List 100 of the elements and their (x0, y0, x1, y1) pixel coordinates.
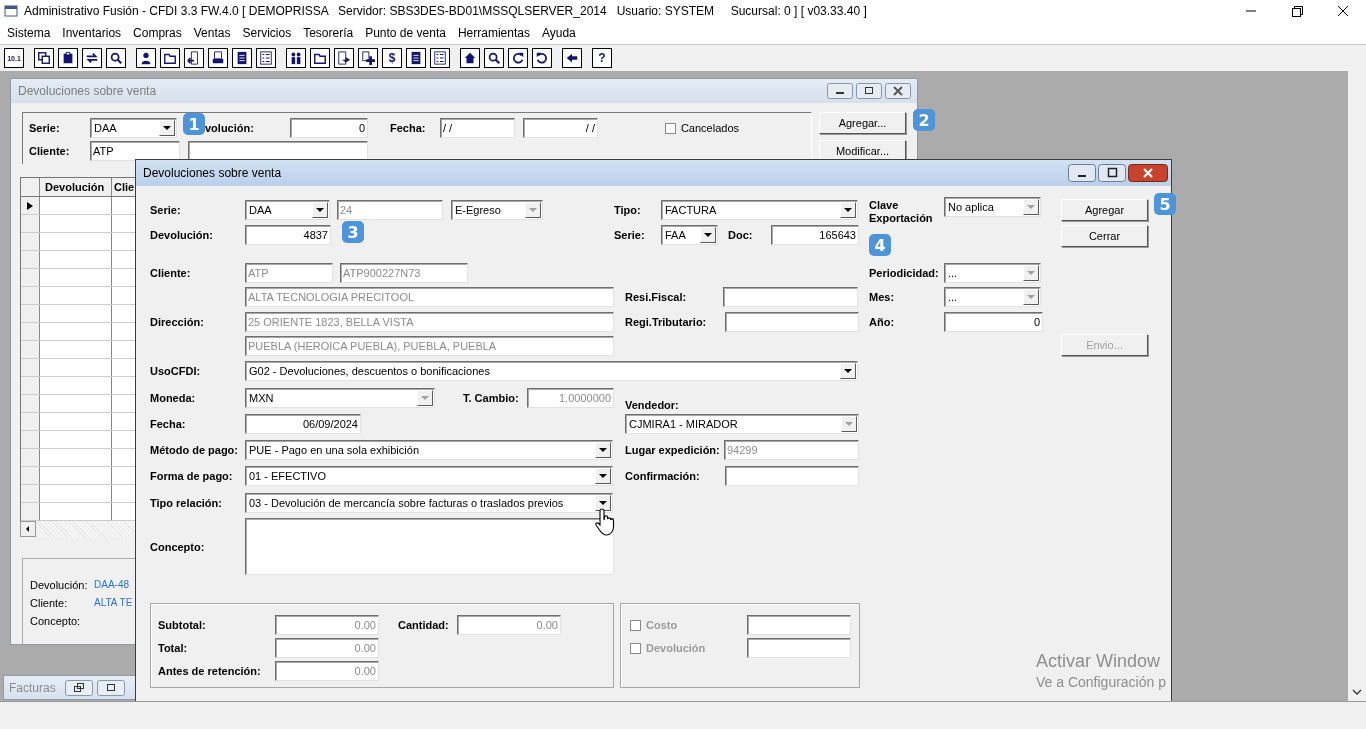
add-button[interactable]: Agregar (1061, 198, 1148, 221)
input-field[interactable] (725, 466, 859, 486)
toolbar-button[interactable] (184, 48, 204, 68)
menu-item[interactable]: Punto de venta (359, 26, 452, 40)
toolbar-button[interactable] (160, 48, 180, 68)
maximize-icon[interactable] (1098, 164, 1126, 182)
detail-value: DAA-48 (94, 579, 129, 592)
toolbar-button[interactable] (58, 48, 78, 68)
toolbar-button[interactable] (208, 48, 228, 68)
cancelados-checkbox[interactable]: Cancelados (664, 122, 739, 134)
action-button[interactable]: Agregar... (819, 112, 906, 134)
toolbar-button[interactable] (256, 48, 276, 68)
input-field[interactable] (188, 141, 368, 161)
menu-item[interactable]: Tesorería (297, 26, 360, 40)
date-field[interactable]: 06/09/2024 (245, 414, 361, 434)
vertical-scrollbar[interactable] (1348, 71, 1366, 701)
quantity-field[interactable]: 0.00 (457, 615, 561, 635)
toolbar-button[interactable] (34, 48, 54, 68)
window-title: Administrativo Fusión - CFDI 3.3 FW.4.0 [ DEMOPRISSA Servidor: SBS3DES-BD01\MSSQLSERVER_2014 Usuario: SYSTEM Sucursal: 0 ] [ v03.33.40 ] (24, 4, 867, 18)
menu-item[interactable]: Herramientas (451, 26, 536, 40)
input-field[interactable] (723, 287, 858, 307)
step-badge: 3 (342, 221, 364, 243)
payment-method-dropdown[interactable]: PUE - Pago en una sola exhibición (245, 440, 613, 460)
amount-field[interactable]: 0.00 (275, 638, 379, 658)
caret-icon (845, 422, 853, 426)
rotate-icon (511, 51, 525, 65)
search-icon (487, 51, 501, 65)
payment-form-dropdown[interactable]: 01 - EFECTIVO (245, 466, 613, 486)
minimize-icon[interactable] (827, 83, 853, 99)
menu-item[interactable]: Ayuda (535, 26, 582, 40)
caret-icon (529, 207, 537, 212)
cfdi-use-dropdown[interactable]: G02 - Devoluciones, descuentos o bonificaciones (245, 361, 858, 381)
scroll-left-icon[interactable] (20, 521, 36, 537)
window-title: Devoluciones sobre venta (18, 84, 157, 98)
toolbar-button[interactable] (334, 48, 354, 68)
toolbar-button[interactable] (106, 48, 126, 68)
doc-icon (235, 51, 249, 65)
close-icon[interactable] (885, 83, 911, 99)
toolbar-button[interactable] (562, 48, 582, 68)
concept-text-area[interactable] (245, 518, 614, 575)
toolbar-button[interactable] (232, 48, 252, 68)
input-field[interactable] (747, 615, 851, 635)
menu-item[interactable]: Sistema (1, 26, 57, 40)
column-header[interactable]: Clie (112, 178, 136, 196)
menu-item[interactable]: Servicios (236, 26, 298, 40)
amount-field[interactable]: 0.00 (275, 661, 379, 681)
toolbar-button[interactable] (508, 48, 528, 68)
menu-item[interactable]: Inventarios (56, 26, 128, 40)
serie-dropdown[interactable]: DAA (90, 118, 177, 138)
toolbar-button[interactable] (136, 48, 156, 68)
minimize-icon[interactable] (1068, 164, 1096, 182)
date-field[interactable]: / / (440, 118, 515, 138)
return-number-field[interactable]: 4837 (245, 224, 331, 245)
toolbar-button[interactable] (310, 48, 330, 68)
field-label: Tipo: (614, 203, 642, 216)
toolbar-button[interactable] (532, 48, 552, 68)
dialog-title: Devoluciones sobre venta (143, 166, 282, 180)
toolbar-button[interactable] (430, 48, 450, 68)
serie-dropdown[interactable]: DAA (245, 199, 330, 220)
date-field[interactable]: / / (523, 118, 598, 138)
scroll-down-icon[interactable] (1352, 689, 1362, 695)
field-label: Moneda: (150, 391, 197, 404)
toolbar-button[interactable]: $ (382, 48, 402, 68)
year-field[interactable]: 0 (944, 311, 1043, 332)
detail-label: Devolución: (30, 579, 89, 593)
toolbar-button[interactable] (460, 48, 480, 68)
toolbar-button[interactable] (406, 48, 426, 68)
toolbar-button[interactable] (484, 48, 504, 68)
toolbar-button[interactable]: ? (592, 48, 612, 68)
person-icon (139, 51, 153, 65)
relation-type-dropdown[interactable]: 03 - Devolución de mercancía sobre facturas o traslados previos (245, 492, 613, 513)
action-button[interactable]: Modificar... (819, 140, 906, 162)
input-field[interactable] (725, 311, 859, 332)
type-dropdown[interactable]: FACTURA (661, 199, 858, 220)
close-icon[interactable] (1128, 164, 1168, 182)
input-field[interactable]: 0 (290, 118, 368, 138)
menu-item[interactable]: Compras (127, 26, 188, 40)
toolbar-button[interactable] (286, 48, 306, 68)
clipboard-icon (61, 51, 75, 65)
field-label: Resi.Fiscal: (625, 291, 688, 303)
close-button[interactable]: Cerrar (1061, 225, 1148, 247)
restore-icon[interactable] (856, 83, 882, 99)
field-label: Periodicidad: (869, 267, 940, 279)
document-field[interactable]: 165643 (771, 224, 859, 245)
list-icon (259, 51, 273, 65)
toolbar-button[interactable] (82, 48, 102, 68)
serie-dropdown[interactable]: FAA (661, 224, 718, 245)
caret-icon (844, 207, 852, 212)
input-field[interactable]: ATP (90, 141, 180, 161)
column-header[interactable]: Devolución (40, 178, 112, 196)
row-selector[interactable] (21, 197, 40, 214)
field-label: Año: (869, 315, 896, 328)
amount-field[interactable]: 0.00 (275, 615, 379, 635)
maximize-icon[interactable] (96, 679, 125, 696)
caret-icon (1027, 271, 1035, 275)
horizontal-scrollbar[interactable] (20, 521, 135, 537)
menu-item[interactable]: Ventas (187, 26, 237, 40)
toolbar-button[interactable] (358, 48, 378, 68)
restore-icon[interactable] (64, 679, 93, 696)
input-field[interactable] (747, 638, 851, 658)
